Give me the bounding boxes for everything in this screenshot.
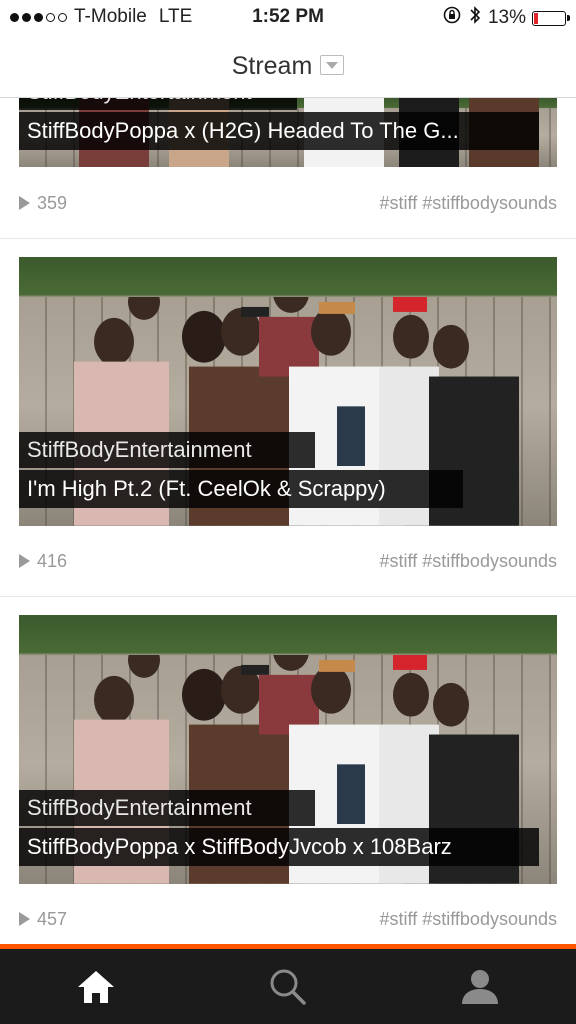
status-bar: T-Mobile LTE 1:52 PM 13% xyxy=(0,0,576,34)
play-count: 359 xyxy=(37,193,68,213)
track-title[interactable]: StiffBodyPoppa x (H2G) Headed To The G..… xyxy=(19,112,539,150)
play-count-icon xyxy=(19,912,30,926)
battery-percent: 13% xyxy=(487,7,526,28)
page-title: Stream xyxy=(231,52,313,80)
tab-home[interactable] xyxy=(0,949,192,1024)
orientation-lock-icon xyxy=(442,5,462,31)
track-username[interactable]: StiffBodyEntertainment xyxy=(19,432,315,468)
track-meta: 359 #stiff #stiffbodysounds xyxy=(19,192,557,216)
divider xyxy=(0,238,576,239)
search-icon xyxy=(270,969,306,1005)
play-count: 416 xyxy=(37,551,68,571)
stream-list[interactable]: StiffBodyEntertainment StiffBodyPoppa x … xyxy=(0,98,576,944)
play-count: 457 xyxy=(37,909,68,929)
track-title[interactable]: StiffBodyPoppa x StiffBodyJvcob x 108Bar… xyxy=(19,828,539,866)
tab-search[interactable] xyxy=(192,949,384,1024)
nav-bar: Stream xyxy=(0,34,576,98)
track-meta: 457 #stiff #stiffbodysounds xyxy=(19,908,557,932)
home-icon xyxy=(78,970,114,1003)
user-icon xyxy=(462,969,498,1004)
battery-icon xyxy=(532,10,570,26)
track-meta: 416 #stiff #stiffbodysounds xyxy=(19,550,557,574)
play-count-icon xyxy=(19,196,30,210)
status-icons: 13% xyxy=(442,5,570,31)
track-tags[interactable]: #stiff #stiffbodysounds xyxy=(380,909,557,930)
track-title[interactable]: I'm High Pt.2 (Ft. CeelOk & Scrappy) xyxy=(19,470,463,508)
track-username[interactable]: StiffBodyEntertainment xyxy=(19,790,315,826)
chevron-down-icon[interactable] xyxy=(320,55,345,76)
tab-bar xyxy=(0,949,576,1024)
track-username[interactable]: StiffBodyEntertainment xyxy=(19,98,297,110)
tab-profile[interactable] xyxy=(384,949,576,1024)
play-count-icon xyxy=(19,554,30,568)
bluetooth-icon xyxy=(468,5,482,31)
track-tags[interactable]: #stiff #stiffbodysounds xyxy=(380,551,557,572)
track-tags[interactable]: #stiff #stiffbodysounds xyxy=(380,193,557,214)
divider xyxy=(0,596,576,597)
stream-selector[interactable]: Stream xyxy=(0,52,576,81)
